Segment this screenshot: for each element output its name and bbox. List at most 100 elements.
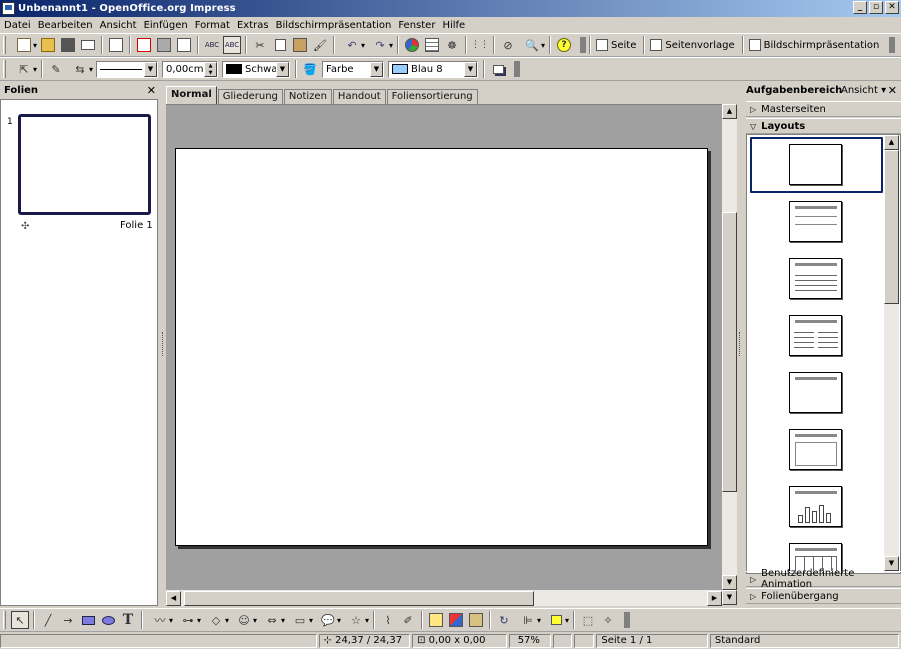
- points-icon[interactable]: ⌇: [379, 611, 397, 629]
- line-pen-icon[interactable]: ✎: [47, 60, 65, 78]
- layout-title-content[interactable]: [789, 258, 842, 299]
- auto-spellcheck-icon[interactable]: ABC: [223, 36, 241, 54]
- menu-ansicht[interactable]: Ansicht: [100, 20, 142, 31]
- toolbar-grip[interactable]: [3, 36, 6, 54]
- task-pane-scroll-thumb[interactable]: [884, 150, 899, 304]
- scroll-left-icon[interactable]: ◀: [166, 591, 181, 606]
- vertical-scroll-thumb[interactable]: [722, 212, 737, 492]
- layout-title-box[interactable]: [789, 429, 842, 470]
- rotate-icon[interactable]: ↻: [495, 611, 513, 629]
- horizontal-scroll-thumb[interactable]: [184, 591, 534, 606]
- spellcheck-icon[interactable]: ABC: [203, 36, 221, 54]
- line-color-select[interactable]: Schwar ▼: [222, 60, 290, 78]
- arrow-line-icon[interactable]: →: [59, 611, 77, 629]
- select-pointer-icon[interactable]: ↖: [11, 611, 29, 629]
- seitenvorlage-button[interactable]: Seitenvorlage: [650, 39, 735, 51]
- chart-icon[interactable]: [403, 36, 421, 54]
- scroll-down-icon[interactable]: ▼: [722, 575, 737, 590]
- scroll-up-icon[interactable]: ▲: [722, 104, 737, 119]
- line-width-input[interactable]: 0,00cm ▲ ▼: [162, 60, 218, 78]
- task-pane-scrollbar[interactable]: ▲ ▼: [884, 135, 899, 573]
- rectangle-tool-icon[interactable]: [79, 611, 97, 629]
- navigator-compass-icon[interactable]: ⊘: [499, 36, 517, 54]
- toolbar-grip[interactable]: [3, 60, 6, 78]
- insert-image-icon[interactable]: [447, 611, 465, 629]
- select-arrow-icon[interactable]: ⇱: [11, 60, 37, 78]
- navigator-icon[interactable]: ☸: [443, 36, 461, 54]
- ellipse-tool-icon[interactable]: [99, 611, 117, 629]
- scroll-corner-down-icon[interactable]: ▼: [722, 590, 737, 605]
- area-style-select[interactable]: Farbe ▼: [322, 60, 384, 78]
- area-fill-icon[interactable]: 🪣: [301, 60, 319, 78]
- slide-page[interactable]: [175, 148, 708, 546]
- slides-list[interactable]: 1 ✣ Folie 1: [0, 99, 158, 606]
- alignment-icon[interactable]: ⊫: [515, 611, 541, 629]
- restore-button[interactable]: ▫: [869, 1, 883, 14]
- tab-gliederung[interactable]: Gliederung: [217, 89, 283, 104]
- cut-icon[interactable]: ✂: [251, 36, 269, 54]
- area-color-select[interactable]: Blau 8 ▼: [388, 60, 478, 78]
- 3d-object-icon[interactable]: ⬚: [579, 611, 597, 629]
- section-layouts[interactable]: ▽ Layouts: [746, 118, 901, 134]
- save-icon[interactable]: [59, 36, 77, 54]
- layout-blank[interactable]: [789, 144, 842, 185]
- tab-normal[interactable]: Normal: [166, 86, 217, 104]
- format-paintbrush-icon[interactable]: 🖌: [311, 36, 329, 54]
- email-icon[interactable]: [79, 36, 97, 54]
- zoom-icon[interactable]: 🔍: [519, 36, 545, 54]
- section-custom-animation[interactable]: ▷ Benutzerdefinierte Animation: [746, 568, 901, 590]
- shadow-icon[interactable]: [489, 60, 507, 78]
- interaction-icon[interactable]: ✧: [599, 611, 617, 629]
- menu-bearbeiten[interactable]: Bearbeiten: [38, 20, 98, 31]
- menu-bildschirmpraesentation[interactable]: Bildschirmpräsentation: [276, 20, 397, 31]
- connector-tool-icon[interactable]: ⊶: [175, 611, 202, 629]
- layout-chart[interactable]: [789, 486, 842, 527]
- redo-icon[interactable]: ↷: [367, 36, 393, 54]
- line-tool-icon[interactable]: ╱: [39, 611, 57, 629]
- layout-two-columns[interactable]: [789, 315, 842, 356]
- basic-shapes-icon[interactable]: ◇: [203, 611, 229, 629]
- close-window-button[interactable]: ✕: [885, 1, 899, 14]
- task-pane-view-menu[interactable]: Ansicht ▾: [841, 85, 886, 96]
- print-icon[interactable]: [155, 36, 173, 54]
- open-folder-icon[interactable]: [39, 36, 57, 54]
- new-document-icon[interactable]: [11, 36, 37, 54]
- glue-points-icon[interactable]: ✐: [399, 611, 417, 629]
- menu-datei[interactable]: Datei: [4, 20, 36, 31]
- fontwork-icon[interactable]: [427, 611, 445, 629]
- horizontal-scrollbar[interactable]: ◀ ▶: [166, 590, 722, 606]
- table-icon[interactable]: [423, 36, 441, 54]
- arrow-style-icon[interactable]: ⇆: [67, 60, 93, 78]
- close-icon[interactable]: ✕: [888, 84, 897, 97]
- section-masterseiten[interactable]: ▷ Masterseiten: [746, 101, 901, 117]
- minimize-button[interactable]: _: [853, 1, 867, 14]
- help-icon[interactable]: ?: [555, 36, 573, 54]
- paste-icon[interactable]: [291, 36, 309, 54]
- section-slide-transition[interactable]: ▷ Folienübergang: [746, 588, 901, 604]
- stars-icon[interactable]: ☆: [343, 611, 369, 629]
- bildschirmpraesentation-button[interactable]: Bildschirmpräsentation: [748, 39, 879, 51]
- undo-icon[interactable]: ↶: [339, 36, 365, 54]
- scroll-right-icon[interactable]: ▶: [707, 591, 722, 606]
- menu-extras[interactable]: Extras: [237, 20, 274, 31]
- tab-foliensortierung[interactable]: Foliensortierung: [386, 89, 478, 104]
- line-style-select[interactable]: ▼: [96, 60, 158, 78]
- arrange-icon[interactable]: [543, 611, 569, 629]
- close-icon[interactable]: ✕: [147, 84, 156, 97]
- seite-button[interactable]: Seite: [596, 39, 636, 51]
- page-preview-icon[interactable]: [175, 36, 193, 54]
- scroll-up-icon[interactable]: ▲: [884, 135, 899, 150]
- symbol-shapes-icon[interactable]: ☺: [231, 611, 257, 629]
- grid-icon[interactable]: ⋮⋮: [471, 36, 489, 54]
- menu-format[interactable]: Format: [195, 20, 235, 31]
- toolbar-grip[interactable]: [3, 611, 6, 629]
- curve-tool-icon[interactable]: 〰: [147, 611, 174, 629]
- slide-thumbnail[interactable]: [18, 114, 151, 215]
- copy-icon[interactable]: [271, 36, 289, 54]
- vertical-scrollbar[interactable]: ▲ ▼: [722, 104, 737, 590]
- menu-fenster[interactable]: Fenster: [398, 20, 440, 31]
- layout-title-slide[interactable]: [789, 372, 842, 413]
- flowchart-icon[interactable]: ▭: [287, 611, 313, 629]
- callouts-icon[interactable]: 💬: [315, 611, 341, 629]
- text-tool-icon[interactable]: T: [119, 611, 137, 629]
